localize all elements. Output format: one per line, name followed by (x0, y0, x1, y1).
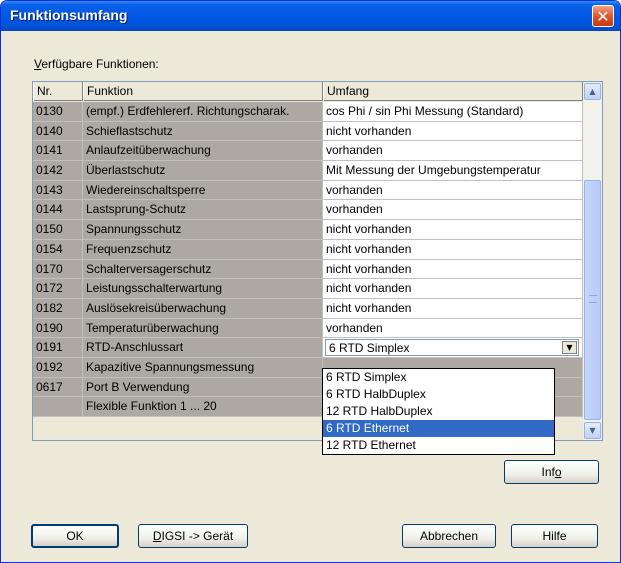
cancel-button[interactable]: Abbrechen (402, 524, 496, 548)
cell-nr (33, 397, 83, 417)
dropdown-option[interactable]: 6 RTD Ethernet (323, 420, 554, 437)
dropdown-option[interactable]: 6 RTD HalbDuplex (323, 386, 554, 403)
cell-nr: 0617 (33, 377, 83, 398)
dropdown-arrow-icon[interactable]: ▼ (562, 341, 577, 355)
table-row[interactable]: 0190 Temperaturüberwachung vorhanden (33, 318, 583, 339)
dropdown-option[interactable]: 12 RTD HalbDuplex (323, 403, 554, 420)
cell-funktion: RTD-Anschlussart (83, 338, 323, 358)
available-functions-label: Verfügbare Funktionen: (34, 57, 159, 71)
cell-funktion: Port B Verwendung (83, 377, 323, 398)
table-row[interactable]: 0154 Frequenzschutz nicht vorhanden (33, 239, 583, 260)
cell-nr: 0141 (33, 141, 83, 162)
rtd-combo-box[interactable]: 6 RTD Simplex ▼ (325, 339, 579, 357)
cell-umfang[interactable]: Mit Messung der Umgebungstemperatur (323, 161, 583, 181)
table-row[interactable]: 0130 (empf.) Erdfehlererf. Richtungschara… (33, 102, 583, 122)
scroll-thumb[interactable] (584, 180, 601, 420)
cell-funktion: Flexible Funktion 1 ... 20 (83, 397, 323, 417)
window-title: Funktionsumfang (10, 7, 128, 23)
close-button[interactable]: ✕ (592, 5, 614, 27)
cell-funktion: Lastsprung-Schutz (83, 200, 323, 221)
cell-nr: 0172 (33, 279, 83, 299)
digsi-to-device-button[interactable]: D IGSI -> Gerät (138, 524, 248, 548)
table-row[interactable]: 0191 RTD-Anschlussart 6 RTD Simplex ▼ (33, 338, 583, 358)
table-row[interactable]: 0142 Überlastschutz Mit Messung der Umgebu… (33, 161, 583, 181)
cell-nr: 0150 (33, 220, 83, 240)
cell-funktion: (empf.) Erdfehlererf. Richtungscharak. (83, 102, 323, 122)
cell-funktion: Schalterversagerschutz (83, 259, 323, 280)
cell-nr: 0144 (33, 200, 83, 221)
cell-funktion: Anlaufzeitüberwachung (83, 141, 323, 162)
cell-umfang[interactable]: vorhanden (323, 318, 583, 339)
cell-umfang: 6 RTD Simplex ▼ (323, 338, 583, 358)
cell-nr: 0190 (33, 318, 83, 339)
cell-funktion: Temperaturüberwachung (83, 318, 323, 339)
dropdown-option[interactable]: 6 RTD Simplex (323, 369, 554, 386)
cell-funktion: Spannungsschutz (83, 220, 323, 240)
table-row[interactable]: 0143 Wiedereinschaltsperre vorhanden (33, 180, 583, 201)
info-button[interactable]: Inf o (504, 460, 599, 484)
cell-funktion: Leistungsschalterwartung (83, 279, 323, 299)
title-bar[interactable]: Funktionsumfang ✕ (1, 1, 620, 31)
header-funktion[interactable]: Funktion (83, 82, 323, 101)
cell-umfang[interactable]: cos Phi / sin Phi Messung (Standard) (323, 102, 583, 122)
cell-umfang[interactable]: vorhanden (323, 141, 583, 162)
cell-nr: 0130 (33, 102, 83, 122)
arrow-up-icon: ▲ (589, 87, 596, 96)
table-row[interactable]: 0172 Leistungsschalterwartung nicht vorhan… (33, 279, 583, 299)
table-row[interactable]: 0141 Anlaufzeitüberwachung vorhanden (33, 141, 583, 162)
cell-umfang[interactable]: nicht vorhanden (323, 298, 583, 319)
cell-umfang[interactable]: nicht vorhanden (323, 279, 583, 299)
cell-nr: 0140 (33, 121, 83, 142)
scroll-up-button[interactable]: ▲ (584, 83, 601, 100)
vertical-scrollbar[interactable]: ▲ ▼ (583, 82, 602, 440)
rtd-dropdown-list[interactable]: 6 RTD Simplex 6 RTD HalbDuplex 12 RTD Halb… (322, 368, 555, 455)
cell-umfang[interactable]: vorhanden (323, 200, 583, 221)
cell-umfang[interactable]: nicht vorhanden (323, 121, 583, 142)
dropdown-option[interactable]: 12 RTD Ethernet (323, 437, 554, 454)
table-row[interactable]: 0150 Spannungsschutz nicht vorhanden (33, 220, 583, 240)
cell-nr: 0154 (33, 239, 83, 260)
cell-funktion: Schieflastschutz (83, 121, 323, 142)
table-header: Nr. Funktion Umfang (33, 82, 583, 101)
cell-nr: 0143 (33, 180, 83, 201)
header-nr[interactable]: Nr. (33, 82, 83, 101)
header-umfang[interactable]: Umfang (323, 82, 583, 101)
cell-funktion: Auslösekreisüberwachung (83, 298, 323, 319)
cell-nr: 0182 (33, 298, 83, 319)
close-icon: ✕ (596, 6, 610, 26)
arrow-down-icon: ▼ (589, 426, 596, 435)
table-row[interactable]: 0140 Schieflastschutz nicht vorhanden (33, 121, 583, 142)
cell-umfang[interactable]: vorhanden (323, 180, 583, 201)
cell-funktion: Kapazitive Spannungsmessung (83, 357, 323, 378)
cell-umfang[interactable]: nicht vorhanden (323, 220, 583, 240)
table-row[interactable]: 0182 Auslösekreisüberwachung nicht vorhand… (33, 298, 583, 319)
combo-value: 6 RTD Simplex (329, 341, 410, 356)
dialog-window: Funktionsumfang ✕ Verfügbare Funktionen:… (0, 0, 621, 563)
cell-umfang[interactable]: nicht vorhanden (323, 259, 583, 280)
help-button[interactable]: Hilfe (511, 524, 598, 548)
cell-funktion: Frequenzschutz (83, 239, 323, 260)
grip-icon (589, 295, 597, 303)
table-row[interactable]: 0170 Schalterversagerschutz nicht vorhande… (33, 259, 583, 280)
cell-nr: 0170 (33, 259, 83, 280)
table-row[interactable]: 0144 Lastsprung-Schutz vorhanden (33, 200, 583, 221)
cell-umfang[interactable]: nicht vorhanden (323, 239, 583, 260)
scroll-down-button[interactable]: ▼ (584, 422, 601, 439)
cell-nr: 0191 (33, 338, 83, 358)
cell-funktion: Wiedereinschaltsperre (83, 180, 323, 201)
cell-funktion: Überlastschutz (83, 161, 323, 181)
cell-nr: 0142 (33, 161, 83, 181)
ok-button[interactable]: OK (31, 524, 119, 548)
cell-nr: 0192 (33, 357, 83, 378)
